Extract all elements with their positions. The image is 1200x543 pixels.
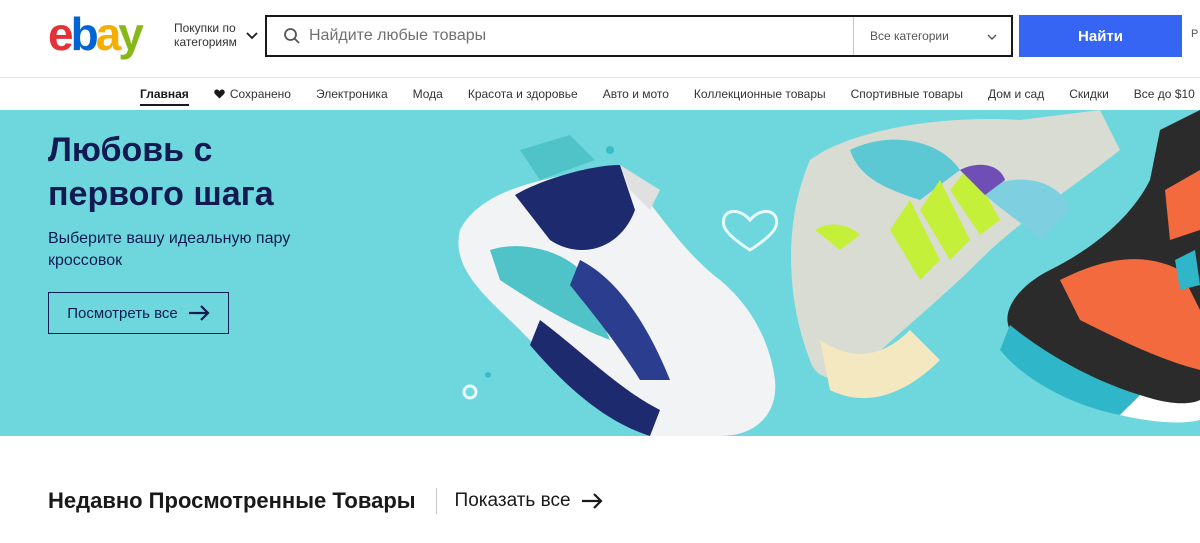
recently-viewed-see-all-label: Показать все <box>454 490 571 511</box>
ebay-logo[interactable]: ebay <box>48 12 166 60</box>
arrow-right-icon <box>188 305 210 321</box>
nav-item-home-garden[interactable]: Дом и сад <box>988 87 1044 101</box>
category-select-value: Все категории <box>870 29 949 43</box>
chevron-down-icon <box>987 27 997 45</box>
shop-by-category-label: Покупки по категориям <box>174 21 237 49</box>
nav-item-health-beauty[interactable]: Красота и здоровье <box>468 87 578 101</box>
hero-subtitle: Выберите вашу идеальную пару кроссовок <box>48 230 291 269</box>
svg-text:ebay: ebay <box>48 12 144 60</box>
search-button[interactable]: Найти <box>1019 15 1182 57</box>
divider <box>435 488 437 514</box>
nav-item-home[interactable]: Главная <box>140 87 189 106</box>
heart-icon <box>214 89 225 99</box>
category-nav: Главная Сохранено Электроника Мода Красо… <box>0 78 1200 110</box>
hero-title: Любовь с первого шага <box>48 131 274 213</box>
hero-see-all-button[interactable]: Посмотреть все <box>48 292 229 334</box>
recently-viewed-header: Недавно Просмотренные Товары Показать вс… <box>48 488 603 514</box>
nav-item-saved-label: Сохранено <box>229 87 291 101</box>
hero-banner: Любовь с первого шага Выберите вашу идеа… <box>0 110 1200 436</box>
nav-item-electronics[interactable]: Электроника <box>316 87 388 101</box>
advanced-search-link[interactable]: Р <box>1191 28 1198 40</box>
nav-item-collectibles[interactable]: Коллекционные товары <box>694 87 826 101</box>
recently-viewed-see-all-link[interactable]: Показать все <box>455 490 603 512</box>
nav-item-under-10[interactable]: Все до $10 <box>1134 87 1195 101</box>
category-select[interactable]: Все категории <box>853 17 1011 55</box>
sneakers-image <box>458 110 1200 436</box>
search-icon <box>283 27 301 45</box>
nav-item-sporting-goods[interactable]: Спортивные товары <box>851 87 963 101</box>
search-bar: Все категории <box>265 15 1013 57</box>
shoe-left-icon <box>458 135 776 436</box>
arrow-right-icon <box>581 493 603 509</box>
nav-item-saved[interactable]: Сохранено <box>214 87 291 101</box>
chevron-down-icon <box>246 27 258 45</box>
header: ebay Покупки по категориям Все категории… <box>0 0 1200 78</box>
recently-viewed-title: Недавно Просмотренные Товары <box>48 488 416 513</box>
nav-item-motors[interactable]: Авто и мото <box>603 87 669 101</box>
nav-item-fashion[interactable]: Мода <box>413 87 443 101</box>
hero-see-all-label: Посмотреть все <box>67 304 178 322</box>
nav-item-deals[interactable]: Скидки <box>1069 87 1109 101</box>
shop-by-category-button[interactable]: Покупки по категориям <box>174 21 258 49</box>
